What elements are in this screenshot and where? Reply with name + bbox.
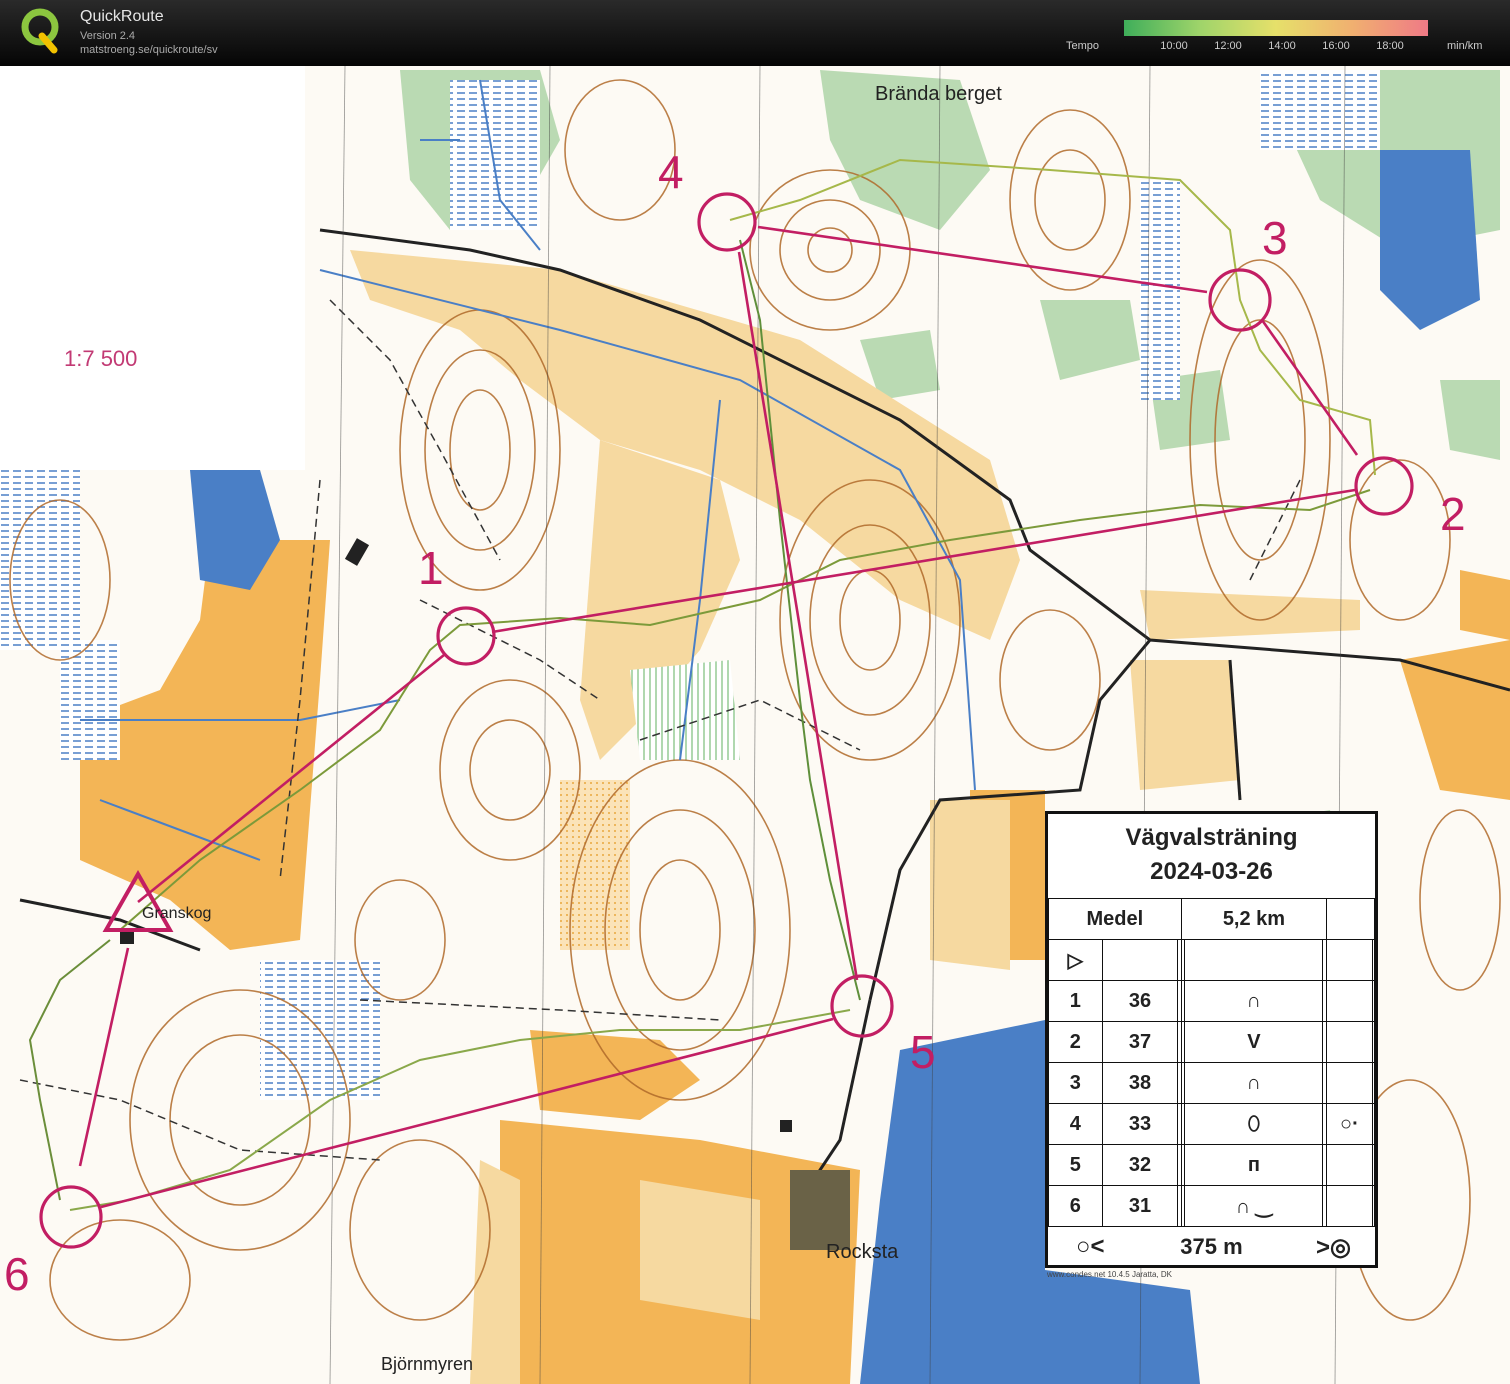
control-code: 31	[1101, 1185, 1179, 1227]
control-number-5: 5	[910, 1026, 936, 1078]
app-title: QuickRoute	[80, 8, 164, 25]
app-url[interactable]: matstroeng.se/quickroute/sv	[80, 44, 218, 56]
control-feature-symbol: ∩	[1184, 1062, 1324, 1104]
card-credit: www.condes.net 10.4.5 Jaratta, DK	[1047, 1270, 1172, 1279]
place-name-branda-berget: Brända berget	[875, 83, 1002, 105]
tempo-ticks: 10:00 12:00 14:00 16:00 18:00	[1124, 40, 1428, 54]
start-symbol: ▷	[1048, 939, 1103, 981]
control-description-table: Medel 5,2 km ▷ 1 36 ∩ 2 37 V 3 38 ∩ 4 33 ⬯ ○· 5 32 ᴨ 6 31…	[1048, 898, 1376, 1227]
place-name-granskog: Granskog	[142, 905, 211, 922]
tempo-tick-label: 10:00	[1160, 40, 1188, 52]
finish-right-symbol: >◎	[1316, 1234, 1351, 1261]
control-code: 38	[1101, 1062, 1179, 1104]
control-feature-symbol: ∩	[1184, 980, 1324, 1022]
control-extra-symbol	[1326, 1185, 1373, 1227]
card-start-row: ▷	[1048, 939, 1376, 981]
card-title: Vägvalsträning	[1125, 824, 1298, 851]
tempo-tick-label: 18:00	[1376, 40, 1404, 52]
card-date: 2024-03-26	[1150, 858, 1273, 885]
tempo-tick-label: 14:00	[1268, 40, 1296, 52]
tempo-label: Tempo	[1066, 40, 1100, 52]
control-sequence: 4	[1048, 1103, 1103, 1145]
control-number-4: 4	[658, 146, 684, 198]
card-control-row: 4 33 ⬯ ○·	[1048, 1103, 1376, 1145]
card-finish-row: ○< 375 m >◎	[1048, 1226, 1375, 1268]
control-code: 32	[1101, 1144, 1179, 1186]
control-feature-symbol: ∩ ‿	[1184, 1185, 1324, 1227]
card-control-row: 2 37 V	[1048, 1021, 1376, 1063]
white-mask	[0, 66, 305, 470]
control-feature-symbol: ᴨ	[1184, 1144, 1324, 1186]
control-extra-symbol	[1326, 1062, 1373, 1104]
control-description-card: Vägvalsträning 2024-03-26 Medel 5,2 km ▷…	[1045, 811, 1378, 1268]
card-control-row: 3 38 ∩	[1048, 1062, 1376, 1104]
place-name-bjornmyren: Björnmyren	[381, 1354, 473, 1374]
control-code: 33	[1101, 1103, 1179, 1145]
card-class: Medel	[1048, 898, 1182, 940]
card-length: 5,2 km	[1180, 898, 1328, 940]
control-number-1: 1	[418, 542, 444, 594]
control-sequence: 5	[1048, 1144, 1103, 1186]
control-feature-symbol: ⬯	[1184, 1103, 1324, 1145]
tempo-unit: min/km	[1447, 40, 1483, 52]
tempo-tick-label: 12:00	[1214, 40, 1242, 52]
card-control-row: 1 36 ∩	[1048, 980, 1376, 1022]
control-sequence: 6	[1048, 1185, 1103, 1227]
control-number-6: 6	[4, 1248, 30, 1300]
top-bar: QuickRoute Version 2.4 matstroeng.se/qui…	[0, 0, 1510, 66]
card-control-row: 5 32 ᴨ	[1048, 1144, 1376, 1186]
control-extra-symbol: ○·	[1326, 1103, 1373, 1145]
striped-vegetation	[630, 660, 740, 760]
control-sequence: 1	[1048, 980, 1103, 1022]
card-control-row: 6 31 ∩ ‿	[1048, 1185, 1376, 1227]
control-extra-symbol	[1326, 1021, 1373, 1063]
control-code: 36	[1101, 980, 1179, 1022]
control-number-3: 3	[1262, 212, 1288, 264]
place-name-rocksta: Rocksta	[826, 1241, 899, 1263]
map-scale: 1:7 500	[64, 346, 138, 371]
control-sequence: 2	[1048, 1021, 1103, 1063]
control-extra-symbol	[1326, 980, 1373, 1022]
quickroute-logo	[21, 8, 59, 54]
control-sequence: 3	[1048, 1062, 1103, 1104]
card-header-row: Medel 5,2 km	[1048, 898, 1375, 940]
tempo-tick-label: 16:00	[1322, 40, 1350, 52]
control-code: 37	[1101, 1021, 1179, 1063]
control-feature-symbol: V	[1184, 1021, 1324, 1063]
app-version: Version 2.4	[80, 30, 136, 42]
tempo-color-scale	[1124, 20, 1428, 36]
control-extra-symbol	[1326, 1144, 1373, 1186]
control-number-2: 2	[1440, 488, 1466, 540]
